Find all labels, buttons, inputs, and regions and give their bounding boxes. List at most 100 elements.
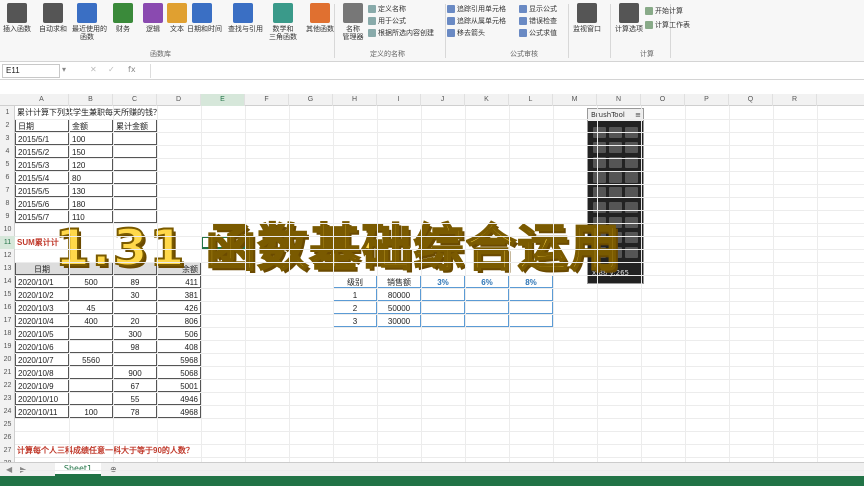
column-header-E[interactable]: E: [201, 94, 245, 106]
column-header-M[interactable]: M: [553, 94, 597, 106]
row-header-12[interactable]: 12: [0, 249, 15, 262]
group-label-library: 函数库: [150, 50, 171, 58]
ribbon-icon-6: [192, 3, 212, 23]
row-header-5[interactable]: 5: [0, 158, 15, 171]
row-header-15[interactable]: 15: [0, 288, 15, 301]
row-header-17[interactable]: 17: [0, 314, 15, 327]
row-header-11[interactable]: 11: [0, 236, 15, 249]
row-header-9[interactable]: 9: [0, 210, 15, 223]
ribbon-button-12[interactable]: 计算选项: [614, 2, 644, 48]
row-header-27[interactable]: 27: [0, 444, 15, 457]
row-header-8[interactable]: 8: [0, 197, 15, 210]
ribbon-button-10[interactable]: 名称 管理器: [338, 2, 368, 48]
column-header-F[interactable]: F: [245, 94, 289, 106]
row-header-26[interactable]: 26: [0, 431, 15, 444]
audit-item-icon: [447, 29, 455, 37]
table1-amount: 100: [69, 132, 113, 145]
ribbon-button-7[interactable]: 查找与引用: [228, 2, 263, 48]
ribbon-button-8[interactable]: 数学和 三角函数: [268, 2, 298, 48]
column-header-R[interactable]: R: [773, 94, 817, 106]
brush-tool-icon[interactable]: [609, 142, 622, 153]
brush-tool-icon[interactable]: [625, 232, 638, 243]
audit-item-0[interactable]: 追踪引用单元格: [447, 4, 506, 15]
ribbon-button-6[interactable]: 日期和时间: [187, 2, 222, 48]
table1-date: 2015/5/5: [15, 184, 69, 197]
audit-item-1[interactable]: 追踪从属单元格: [447, 16, 506, 27]
row-header-22[interactable]: 22: [0, 379, 15, 392]
brush-tool-icon[interactable]: [625, 202, 638, 213]
row-header-25[interactable]: 25: [0, 418, 15, 431]
table3-level: 2: [333, 301, 377, 314]
ribbon-button-2[interactable]: 最近使用的 函数: [72, 2, 107, 48]
names-item-icon: [368, 5, 376, 13]
column-headers: ABCDEFGHIJKLMNOPQR: [0, 94, 864, 106]
insert-function-icon[interactable]: fx: [128, 65, 136, 74]
column-header-L[interactable]: L: [509, 94, 553, 106]
names-item-0[interactable]: 定义名称: [368, 4, 406, 15]
gridline-v: [421, 106, 422, 462]
ribbon-label-3: 财务: [116, 25, 130, 33]
names-item-2[interactable]: 根据所选内容创建: [368, 28, 434, 39]
column-header-J[interactable]: J: [421, 94, 465, 106]
column-header-P[interactable]: P: [685, 94, 729, 106]
row-header-13[interactable]: 13: [0, 262, 15, 275]
brush-tool-icon[interactable]: [593, 142, 606, 153]
row-header-14[interactable]: 14: [0, 275, 15, 288]
enter-icon[interactable]: ✓: [108, 65, 115, 74]
row-header-1[interactable]: 1: [0, 106, 15, 119]
row-header-3[interactable]: 3: [0, 132, 15, 145]
namebox-dropdown-icon[interactable]: ▾: [62, 65, 66, 74]
names-item-1[interactable]: 用于公式: [368, 16, 406, 27]
row-header-10[interactable]: 10: [0, 223, 15, 236]
column-header-N[interactable]: N: [597, 94, 641, 106]
ribbon-label-10: 名称 管理器: [342, 25, 364, 41]
ribbon-button-3[interactable]: 财务: [108, 2, 138, 48]
column-header-A[interactable]: A: [15, 94, 69, 106]
table2-cell: [69, 340, 113, 353]
brush-tool-icon[interactable]: [609, 172, 622, 183]
row-header-6[interactable]: 6: [0, 171, 15, 184]
column-header-C[interactable]: C: [113, 94, 157, 106]
row-header-16[interactable]: 16: [0, 301, 15, 314]
column-header-B[interactable]: B: [69, 94, 113, 106]
column-header-H[interactable]: H: [333, 94, 377, 106]
cancel-icon[interactable]: ✕: [90, 65, 97, 74]
calc-item-0[interactable]: 开始计算: [645, 6, 683, 17]
audit-item-label: 移去箭头: [457, 29, 485, 37]
prev-sheet-icon[interactable]: ◀: [6, 465, 12, 474]
row-header-24[interactable]: 24: [0, 405, 15, 418]
row-header-19[interactable]: 19: [0, 340, 15, 353]
column-header-Q[interactable]: Q: [729, 94, 773, 106]
ribbon-button-1[interactable]: 自动求和: [38, 2, 68, 48]
table2-cell: 2020/10/3: [15, 301, 69, 314]
row-header-23[interactable]: 23: [0, 392, 15, 405]
ribbon-button-0[interactable]: 插入函数: [2, 2, 32, 48]
row-header-20[interactable]: 20: [0, 353, 15, 366]
name-box[interactable]: E11: [2, 64, 60, 78]
audit-item-2[interactable]: 移去箭头: [447, 28, 485, 39]
ribbon-button-9[interactable]: 其他函数: [305, 2, 335, 48]
audit-item-3[interactable]: 显示公式: [519, 4, 557, 15]
brush-tool-icon[interactable]: [625, 172, 638, 183]
column-header-G[interactable]: G: [289, 94, 333, 106]
column-header-O[interactable]: O: [641, 94, 685, 106]
row-header-18[interactable]: 18: [0, 327, 15, 340]
calc-item-1[interactable]: 计算工作表: [645, 20, 690, 31]
column-header-K[interactable]: K: [465, 94, 509, 106]
brush-tool-icon[interactable]: [625, 142, 638, 153]
row-header-7[interactable]: 7: [0, 184, 15, 197]
column-header-I[interactable]: I: [377, 94, 421, 106]
audit-item-5[interactable]: 公式求值: [519, 28, 557, 39]
ribbon-button-11[interactable]: 监视窗口: [572, 2, 602, 48]
table2-cell: 20: [113, 314, 157, 327]
group-label-names: 定义的名称: [370, 50, 405, 58]
column-header-D[interactable]: D: [157, 94, 201, 106]
row-header-4[interactable]: 4: [0, 145, 15, 158]
row-header-2[interactable]: 2: [0, 119, 15, 132]
table2-cell: 426: [157, 301, 201, 314]
row-header-21[interactable]: 21: [0, 366, 15, 379]
formula-input[interactable]: [150, 64, 860, 78]
gridline-h: [15, 184, 864, 185]
audit-item-4[interactable]: 错误检查: [519, 16, 557, 27]
brush-tool-icon[interactable]: [593, 172, 606, 183]
